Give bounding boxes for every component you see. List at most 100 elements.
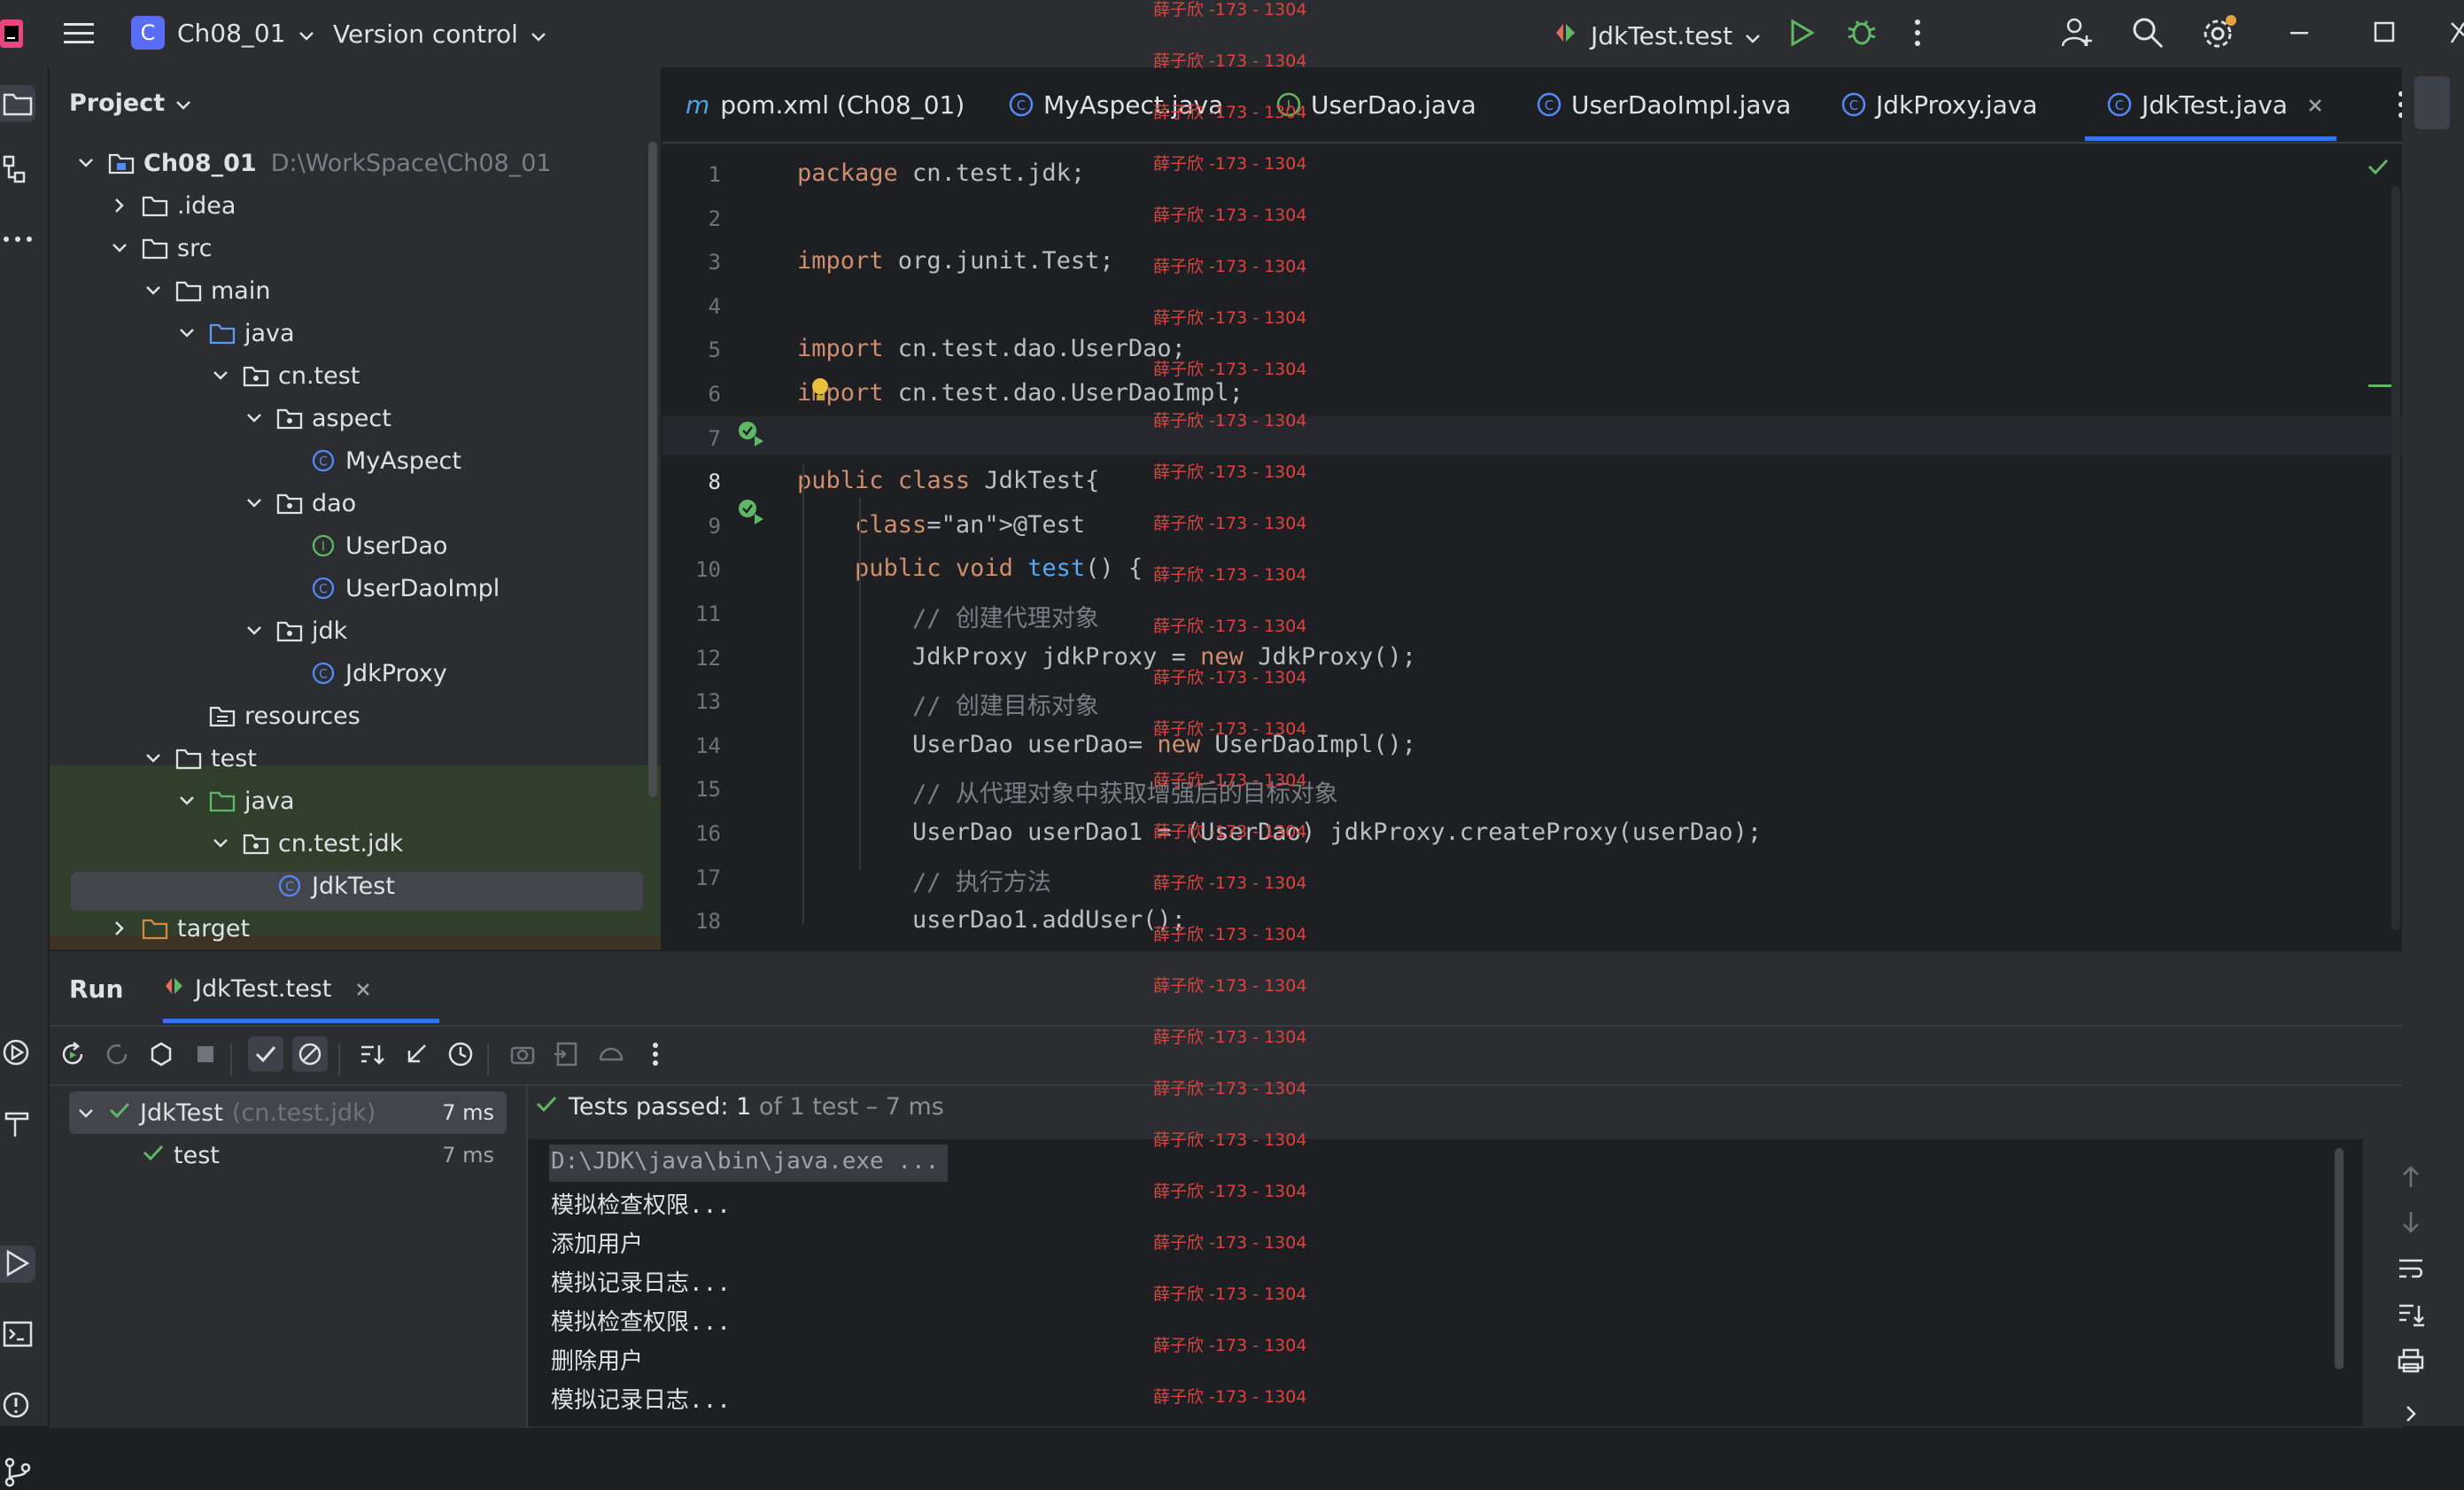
project-tree-item[interactable]: dao xyxy=(244,482,356,524)
add-user-icon[interactable] xyxy=(2060,16,2094,48)
tab-jdktest-active[interactable]: C JdkTest.java xyxy=(2106,67,2323,142)
search-icon[interactable] xyxy=(2131,16,2165,50)
code-line[interactable]: userDao1.addUser(); xyxy=(797,906,1186,934)
build-hammer-icon[interactable] xyxy=(0,1106,35,1141)
chevron-down-icon[interactable] xyxy=(143,281,163,300)
project-panel-header[interactable]: Project xyxy=(69,81,191,124)
project-tree-item[interactable]: C UserDaoImpl xyxy=(278,567,500,609)
structure-icon[interactable] xyxy=(0,152,35,188)
project-tree-item[interactable]: Ch08_01 D:\WorkSpace\Ch08_01 xyxy=(76,142,552,184)
chevron-down-icon[interactable] xyxy=(76,153,96,173)
run-tab-jdktest[interactable]: JdkTest.test xyxy=(163,974,370,1004)
app-logo-icon[interactable] xyxy=(0,18,27,50)
soft-wrap-icon[interactable] xyxy=(2393,1251,2429,1286)
run-test-gutter-icon[interactable] xyxy=(737,498,767,528)
chevron-down-icon[interactable] xyxy=(244,621,264,640)
project-tree-item[interactable]: cn.test xyxy=(211,354,360,397)
project-tree-item[interactable]: resources xyxy=(177,695,360,737)
code-line[interactable]: class="an">@Test xyxy=(797,511,1085,539)
chevron-down-icon[interactable] xyxy=(177,791,197,811)
chevron-down-icon[interactable] xyxy=(211,834,230,853)
project-tree-item[interactable]: test xyxy=(143,737,257,780)
problems-icon[interactable] xyxy=(0,1387,35,1423)
stop-icon[interactable] xyxy=(188,1036,223,1072)
project-tree-item[interactable]: cn.test.jdk xyxy=(211,822,403,865)
maximize-icon[interactable] xyxy=(2374,21,2397,44)
project-tree-item[interactable]: main xyxy=(143,269,270,312)
test-tree-row-jdktest[interactable]: JdkTest (cn.test.jdk) 7 ms xyxy=(76,1091,501,1134)
project-tree-item[interactable]: I UserDao xyxy=(278,524,447,567)
lightbulb-icon[interactable] xyxy=(810,376,831,407)
project-tree-item[interactable]: target xyxy=(110,907,250,950)
run-test-gutter-icon[interactable] xyxy=(737,420,767,450)
more-horizontal-icon[interactable] xyxy=(0,221,35,257)
project-selector[interactable]: C Ch08_01 xyxy=(131,16,314,50)
project-tree-item[interactable]: C JdkProxy xyxy=(278,652,447,695)
code-line[interactable]: import cn.test.dao.UserDaoImpl; xyxy=(797,379,1244,407)
camera-icon[interactable] xyxy=(505,1036,540,1072)
scroll-down-icon[interactable] xyxy=(2393,1205,2429,1240)
chevron-down-icon[interactable] xyxy=(143,749,163,768)
scroll-up-icon[interactable] xyxy=(2393,1159,2429,1194)
code-line[interactable]: import cn.test.dao.UserDao; xyxy=(797,335,1186,362)
chevron-right-icon[interactable] xyxy=(110,196,129,215)
run-tool-icon[interactable] xyxy=(0,1246,35,1281)
test-tree-row-test[interactable]: test 7 ms xyxy=(142,1134,501,1176)
code-editor[interactable]: 123456789101112131415161718192021 packag… xyxy=(662,144,2402,950)
tab-pom-xml[interactable]: m pom.xml (Ch08_01) xyxy=(686,67,965,142)
chevron-down-icon[interactable] xyxy=(244,408,264,428)
show-ignored-toggle[interactable] xyxy=(292,1036,328,1072)
terminal-icon[interactable] xyxy=(0,1316,35,1352)
chevron-right-icon[interactable] xyxy=(110,919,129,938)
test-history-icon[interactable] xyxy=(443,1036,478,1072)
chevron-right-icon[interactable] xyxy=(2393,1396,2429,1432)
scroll-to-end-icon[interactable] xyxy=(2393,1297,2429,1332)
project-tree-item[interactable]: aspect xyxy=(244,397,391,439)
close-tab-icon[interactable] xyxy=(356,975,370,1003)
code-line[interactable]: // 创建代理对象 xyxy=(797,599,1099,633)
chevron-down-icon[interactable] xyxy=(110,238,129,258)
project-tree-item[interactable]: java xyxy=(177,312,295,354)
project-folder-icon[interactable] xyxy=(0,85,35,120)
run-icon[interactable] xyxy=(1787,18,1816,48)
project-tree-item[interactable]: C MyAspect xyxy=(278,439,461,482)
rerun-failed-icon[interactable] xyxy=(99,1036,135,1072)
settings-gear-icon[interactable] xyxy=(2200,14,2237,51)
collapse-all-icon[interactable] xyxy=(399,1036,434,1072)
toggle-autotest-icon[interactable] xyxy=(143,1036,179,1072)
main-menu-icon[interactable] xyxy=(64,19,96,46)
console-output[interactable] xyxy=(528,1139,2363,1426)
sort-icon[interactable] xyxy=(354,1036,390,1072)
project-tree-item[interactable]: C JdkTest xyxy=(244,865,395,907)
close-tab-icon[interactable] xyxy=(2307,90,2323,120)
notifications-icon[interactable] xyxy=(2414,76,2450,129)
minimize-icon[interactable] xyxy=(2289,19,2312,46)
import-tests-icon[interactable] xyxy=(549,1036,585,1072)
chevron-down-icon[interactable] xyxy=(211,366,230,385)
chevron-down-icon[interactable] xyxy=(177,323,197,343)
close-window-icon[interactable] xyxy=(2450,19,2464,46)
code-line[interactable]: public class JdkTest{ xyxy=(797,467,1099,494)
code-line[interactable]: public void test() { xyxy=(797,555,1143,582)
tab-jdkproxy[interactable]: C JdkProxy.java xyxy=(1840,67,2038,142)
version-control-menu[interactable]: Version control xyxy=(333,19,546,49)
code-line[interactable]: UserDao userDao= new UserDaoImpl(); xyxy=(797,731,1416,758)
project-tree-item[interactable]: jdk xyxy=(244,609,347,652)
editor-scrollbar[interactable] xyxy=(2391,186,2400,930)
code-line[interactable]: // 创建目标对象 xyxy=(797,687,1099,721)
git-icon[interactable] xyxy=(0,1455,35,1490)
debug-icon[interactable] xyxy=(1846,16,1878,48)
more-vertical-icon[interactable] xyxy=(638,1036,673,1072)
run-config-selector[interactable]: JdkTest.test xyxy=(1552,19,1761,52)
code-line[interactable]: package cn.test.jdk; xyxy=(797,159,1085,187)
more-vertical-icon[interactable] xyxy=(1913,18,1922,48)
tab-userdaoimpl[interactable]: C UserDaoImpl.java xyxy=(1536,67,1791,142)
code-line[interactable]: JdkProxy jdkProxy = new JdkProxy(); xyxy=(797,643,1416,671)
chevron-down-icon[interactable] xyxy=(244,493,264,513)
show-passed-toggle[interactable] xyxy=(248,1036,283,1072)
project-tree-item[interactable]: src xyxy=(110,227,212,269)
rerun-icon[interactable] xyxy=(55,1036,90,1072)
project-tree-item[interactable]: .idea xyxy=(110,184,236,227)
coverage-icon[interactable] xyxy=(593,1036,629,1072)
code-line[interactable]: // 执行方法 xyxy=(797,863,1051,897)
